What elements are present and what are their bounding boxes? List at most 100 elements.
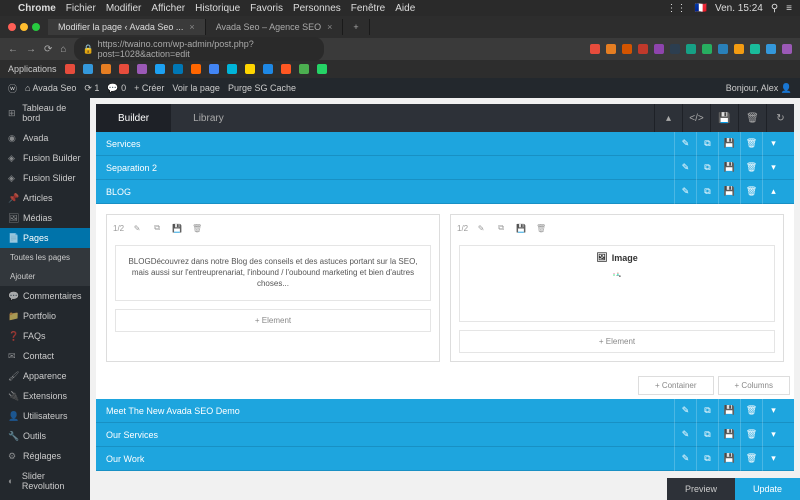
minimize-window[interactable] bbox=[20, 23, 28, 31]
sidebar-subitem-add[interactable]: Ajouter bbox=[0, 267, 90, 286]
toggle-icon[interactable]: ▾ bbox=[762, 447, 784, 471]
toggle-icon[interactable]: ▾ bbox=[762, 156, 784, 180]
delete-icon[interactable]: 🗑 bbox=[740, 447, 762, 471]
ext-icon[interactable] bbox=[654, 44, 664, 54]
toggle-icon[interactable]: ▾ bbox=[762, 132, 784, 156]
ext-icon[interactable] bbox=[670, 44, 680, 54]
update-button[interactable]: Update bbox=[735, 478, 800, 500]
ext-icon[interactable] bbox=[590, 44, 600, 54]
browser-tab[interactable]: Modifier la page ‹ Avada Seo ...× bbox=[48, 19, 206, 35]
column[interactable]: 1/2✎⧉💾🗑 🖼Image + Element bbox=[450, 214, 784, 362]
new-content[interactable]: + Créer bbox=[134, 83, 164, 93]
site-name[interactable]: ⌂ Avada Seo bbox=[25, 83, 76, 93]
sidebar-item-tools[interactable]: 🔧Outils bbox=[0, 426, 90, 446]
purge-cache[interactable]: Purge SG Cache bbox=[228, 83, 296, 93]
home-button[interactable]: ⌂ bbox=[60, 44, 66, 55]
save-icon[interactable]: 💾 bbox=[718, 423, 740, 447]
clone-icon[interactable]: ⧉ bbox=[696, 180, 718, 204]
ext-icon[interactable] bbox=[638, 44, 648, 54]
container-row[interactable]: Our Work✎⧉💾🗑▾ bbox=[96, 447, 794, 471]
bookmark-icon[interactable] bbox=[173, 64, 183, 74]
save-icon[interactable]: 💾 bbox=[718, 399, 740, 423]
sidebar-item-articles[interactable]: 📌Articles bbox=[0, 188, 90, 208]
edit-icon[interactable]: ✎ bbox=[674, 156, 696, 180]
clone-icon[interactable]: ⧉ bbox=[696, 156, 718, 180]
menu-icon[interactable]: ≡ bbox=[786, 3, 792, 14]
clone-icon[interactable]: ⧉ bbox=[150, 221, 164, 235]
container-row[interactable]: Our Services✎⧉💾🗑▾ bbox=[96, 423, 794, 447]
bookmark-icon[interactable] bbox=[137, 64, 147, 74]
save-icon[interactable]: 💾 bbox=[514, 221, 528, 235]
wp-logo-icon[interactable]: ⓦ bbox=[8, 82, 17, 95]
ext-icon[interactable] bbox=[734, 44, 744, 54]
sidebar-item-comments[interactable]: 💬Commentaires bbox=[0, 286, 90, 306]
forward-button[interactable]: → bbox=[26, 44, 36, 55]
bookmark-icon[interactable] bbox=[245, 64, 255, 74]
user-greeting[interactable]: Bonjour, Alex 👤 bbox=[726, 83, 792, 94]
delete-icon[interactable]: 🗑 bbox=[740, 180, 762, 204]
container-row[interactable]: Separation 2✎⧉💾🗑▾ bbox=[96, 156, 794, 180]
sidebar-subitem-all-pages[interactable]: Toutes les pages bbox=[0, 248, 90, 267]
text-element[interactable]: BLOGDécouvrez dans notre Blog des consei… bbox=[115, 245, 431, 301]
bookmark-icon[interactable] bbox=[209, 64, 219, 74]
comments-icon[interactable]: 💬 0 bbox=[107, 83, 126, 94]
sidebar-item-pages[interactable]: 📄Pages bbox=[0, 228, 90, 248]
sidebar-item-portfolio[interactable]: 📁Portfolio bbox=[0, 306, 90, 326]
sidebar-item-contact[interactable]: ✉Contact bbox=[0, 346, 90, 366]
sidebar-item-avada[interactable]: ◉Avada bbox=[0, 128, 90, 148]
code-icon[interactable]: </> bbox=[682, 104, 710, 132]
save-icon[interactable]: 💾 bbox=[718, 132, 740, 156]
clone-icon[interactable]: ⧉ bbox=[696, 399, 718, 423]
search-icon[interactable]: ⚲ bbox=[771, 3, 778, 14]
ext-icon[interactable] bbox=[750, 44, 760, 54]
ext-icon[interactable] bbox=[718, 44, 728, 54]
close-window[interactable] bbox=[8, 23, 16, 31]
bookmark-icon[interactable] bbox=[119, 64, 129, 74]
reload-button[interactable]: ⟳ bbox=[44, 44, 52, 55]
browser-tab[interactable]: Avada Seo – Agence SEO× bbox=[206, 19, 344, 35]
toggle-icon[interactable]: ▴ bbox=[762, 180, 784, 204]
bookmark-icon[interactable] bbox=[101, 64, 111, 74]
sidebar-item-fusion-builder[interactable]: ◈Fusion Builder bbox=[0, 148, 90, 168]
sidebar-item-fusion-slider[interactable]: ◈Fusion Slider bbox=[0, 168, 90, 188]
bookmark-icon[interactable] bbox=[281, 64, 291, 74]
save-icon[interactable]: 💾 bbox=[718, 447, 740, 471]
toggle-icon[interactable]: ▾ bbox=[762, 399, 784, 423]
column[interactable]: 1/2✎⧉💾🗑 BLOGDécouvrez dans notre Blog de… bbox=[106, 214, 440, 362]
sidebar-item-users[interactable]: 👤Utilisateurs bbox=[0, 406, 90, 426]
bookmark-icon[interactable] bbox=[191, 64, 201, 74]
bookmark-icon[interactable] bbox=[155, 64, 165, 74]
flag-icon[interactable]: 🇫🇷 bbox=[695, 3, 707, 14]
delete-icon[interactable]: 🗑 bbox=[534, 221, 548, 235]
save-icon[interactable]: 💾 bbox=[718, 156, 740, 180]
container-row[interactable]: Services✎⧉💾🗑▾ bbox=[96, 132, 794, 156]
clone-icon[interactable]: ⧉ bbox=[696, 447, 718, 471]
add-element-button[interactable]: + Element bbox=[459, 330, 775, 353]
sidebar-item-faqs[interactable]: ❓FAQs bbox=[0, 326, 90, 346]
delete-icon[interactable]: 🗑 bbox=[738, 104, 766, 132]
edit-icon[interactable]: ✎ bbox=[674, 399, 696, 423]
save-icon[interactable]: 💾 bbox=[170, 221, 184, 235]
edit-icon[interactable]: ✎ bbox=[130, 221, 144, 235]
delete-icon[interactable]: 🗑 bbox=[740, 423, 762, 447]
history-icon[interactable]: ↻ bbox=[766, 104, 794, 132]
bookmark-icon[interactable] bbox=[83, 64, 93, 74]
sidebar-item-slider-rev[interactable]: ◐Slider Revolution bbox=[0, 466, 90, 496]
url-field[interactable]: 🔒https://twaino.com/wp-admin/post.php?po… bbox=[74, 37, 324, 61]
delete-icon[interactable]: 🗑 bbox=[740, 132, 762, 156]
toggle-icon[interactable]: ▾ bbox=[762, 423, 784, 447]
sidebar-item-medias[interactable]: 🖼Médias bbox=[0, 208, 90, 228]
add-container-button[interactable]: + Container bbox=[638, 376, 714, 395]
sidebar-item-sg-optimizer[interactable]: ⚡SG Optimizer bbox=[0, 496, 90, 500]
sidebar-item-settings[interactable]: ⚙Réglages bbox=[0, 446, 90, 466]
delete-icon[interactable]: 🗑 bbox=[190, 221, 204, 235]
ext-icon[interactable] bbox=[702, 44, 712, 54]
updates-icon[interactable]: ⟳ 1 bbox=[84, 83, 99, 94]
ext-icon[interactable] bbox=[622, 44, 632, 54]
clone-icon[interactable]: ⧉ bbox=[696, 132, 718, 156]
apps-button[interactable]: Applications bbox=[8, 64, 57, 74]
edit-icon[interactable]: ✎ bbox=[674, 447, 696, 471]
back-button[interactable]: ← bbox=[8, 44, 18, 55]
bookmark-icon[interactable] bbox=[317, 64, 327, 74]
sidebar-item-appearance[interactable]: 🖌Apparence bbox=[0, 366, 90, 386]
